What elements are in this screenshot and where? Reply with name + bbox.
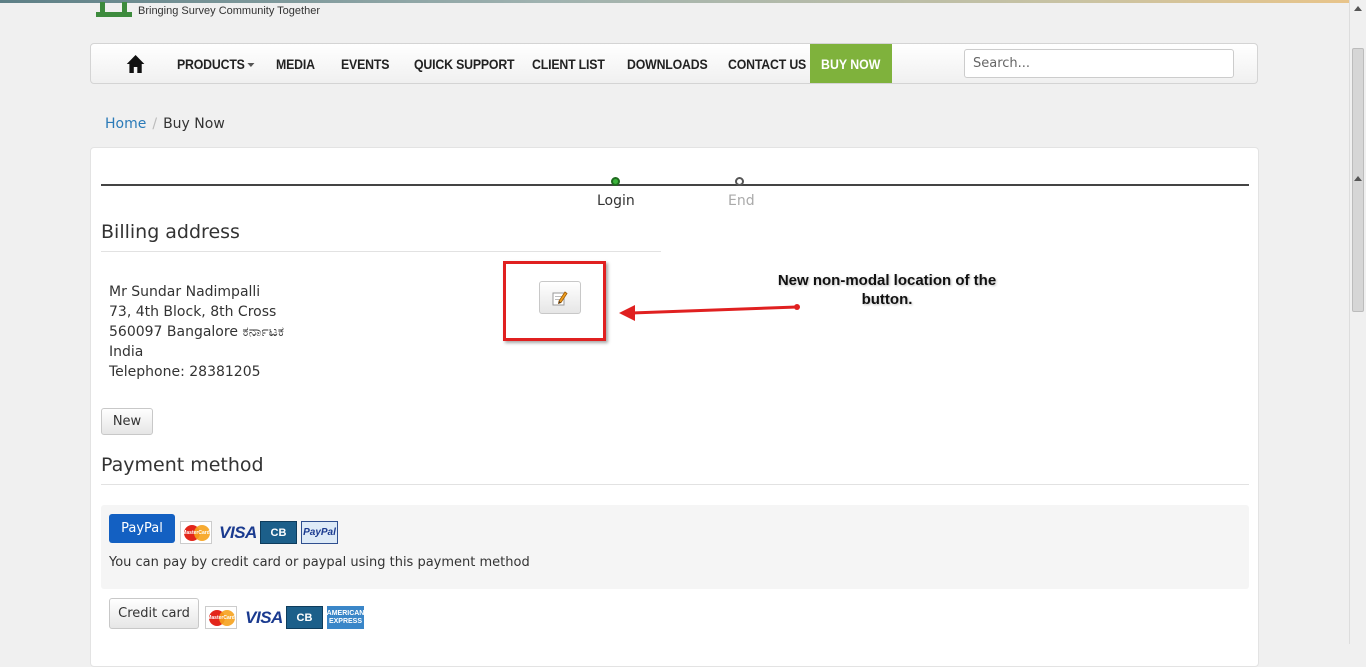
billing-address-block: Mr Sundar Nadimpalli 73, 4th Block, 8th … xyxy=(109,282,284,382)
site-tagline: Bringing Survey Community Together xyxy=(138,5,320,17)
site-logo[interactable] xyxy=(96,0,132,20)
address-name: Mr Sundar Nadimpalli xyxy=(109,284,261,300)
breadcrumb: Home / Buy Now xyxy=(105,116,225,132)
mastercard-logo-icon: MasterCard xyxy=(180,521,212,544)
address-telephone: Telephone: 28381205 xyxy=(109,364,261,380)
visa-logo-icon: VISA xyxy=(245,607,283,627)
nav-products[interactable]: PRODUCTS xyxy=(177,44,255,83)
amex-logo-icon: AMERICAN EXPRESS xyxy=(327,606,364,629)
address-street: 73, 4th Block, 8th Cross xyxy=(109,304,277,320)
step-dot-end xyxy=(735,177,744,186)
paypal-description: You can pay by credit card or paypal usi… xyxy=(109,555,530,570)
scroll-up-icon[interactable] xyxy=(1354,6,1362,11)
paypal-logo-icon: PayPal xyxy=(301,521,338,544)
nav-events[interactable]: EVENTS xyxy=(341,44,389,83)
nav-home[interactable] xyxy=(125,44,146,83)
nav-media[interactable]: MEDIA xyxy=(276,44,315,83)
nav-client-list[interactable]: CLIENT LIST xyxy=(532,44,605,83)
top-banner-strip xyxy=(0,0,1349,3)
step-dot-login xyxy=(611,177,620,186)
cb-logo-icon: CB xyxy=(260,521,297,544)
nav-quick-support[interactable]: QUICK SUPPORT xyxy=(414,44,515,83)
step-label-login: Login xyxy=(597,193,635,209)
billing-address-heading: Billing address xyxy=(101,221,240,243)
paypal-option-block xyxy=(101,505,1249,589)
annotation-note: New non-modal location of the button. xyxy=(777,272,997,308)
breadcrumb-separator: / xyxy=(152,116,158,132)
chevron-down-icon xyxy=(247,62,255,67)
billing-divider xyxy=(101,251,661,252)
search-input[interactable] xyxy=(964,49,1234,78)
new-address-button[interactable]: New xyxy=(101,408,153,435)
main-navbar: PRODUCTS MEDIA EVENTS QUICK SUPPORT CLIE… xyxy=(90,43,1258,84)
payment-method-heading: Payment method xyxy=(101,454,264,476)
checkout-panel xyxy=(90,147,1259,667)
edit-address-button[interactable] xyxy=(539,281,581,314)
breadcrumb-home-link[interactable]: Home xyxy=(105,116,146,132)
page-scrollbar[interactable] xyxy=(1349,0,1366,644)
address-country: India xyxy=(109,344,144,360)
visa-logo-icon: VISA xyxy=(219,522,257,542)
breadcrumb-current: Buy Now xyxy=(163,116,225,132)
cb-logo-icon: CB xyxy=(286,606,323,629)
home-icon xyxy=(126,54,145,73)
nav-contact-us[interactable]: CONTACT US xyxy=(728,44,806,83)
nav-downloads[interactable]: DOWNLOADS xyxy=(627,44,708,83)
mastercard-logo-icon: MasterCard xyxy=(205,606,237,629)
nav-buy-now[interactable]: BUY NOW xyxy=(810,44,892,83)
edit-pencil-icon xyxy=(552,290,568,305)
address-city: 560097 Bangalore ಕರ್ನಾಟಕ xyxy=(109,324,285,340)
credit-card-button[interactable]: Credit card xyxy=(109,598,199,629)
logo-mark-icon xyxy=(96,2,132,18)
step-label-end: End xyxy=(728,193,755,209)
checkout-progress-line xyxy=(101,184,1249,186)
paypal-button[interactable]: PayPal xyxy=(109,514,175,543)
scroll-marker-icon xyxy=(1354,176,1362,181)
payment-divider xyxy=(101,484,1249,485)
